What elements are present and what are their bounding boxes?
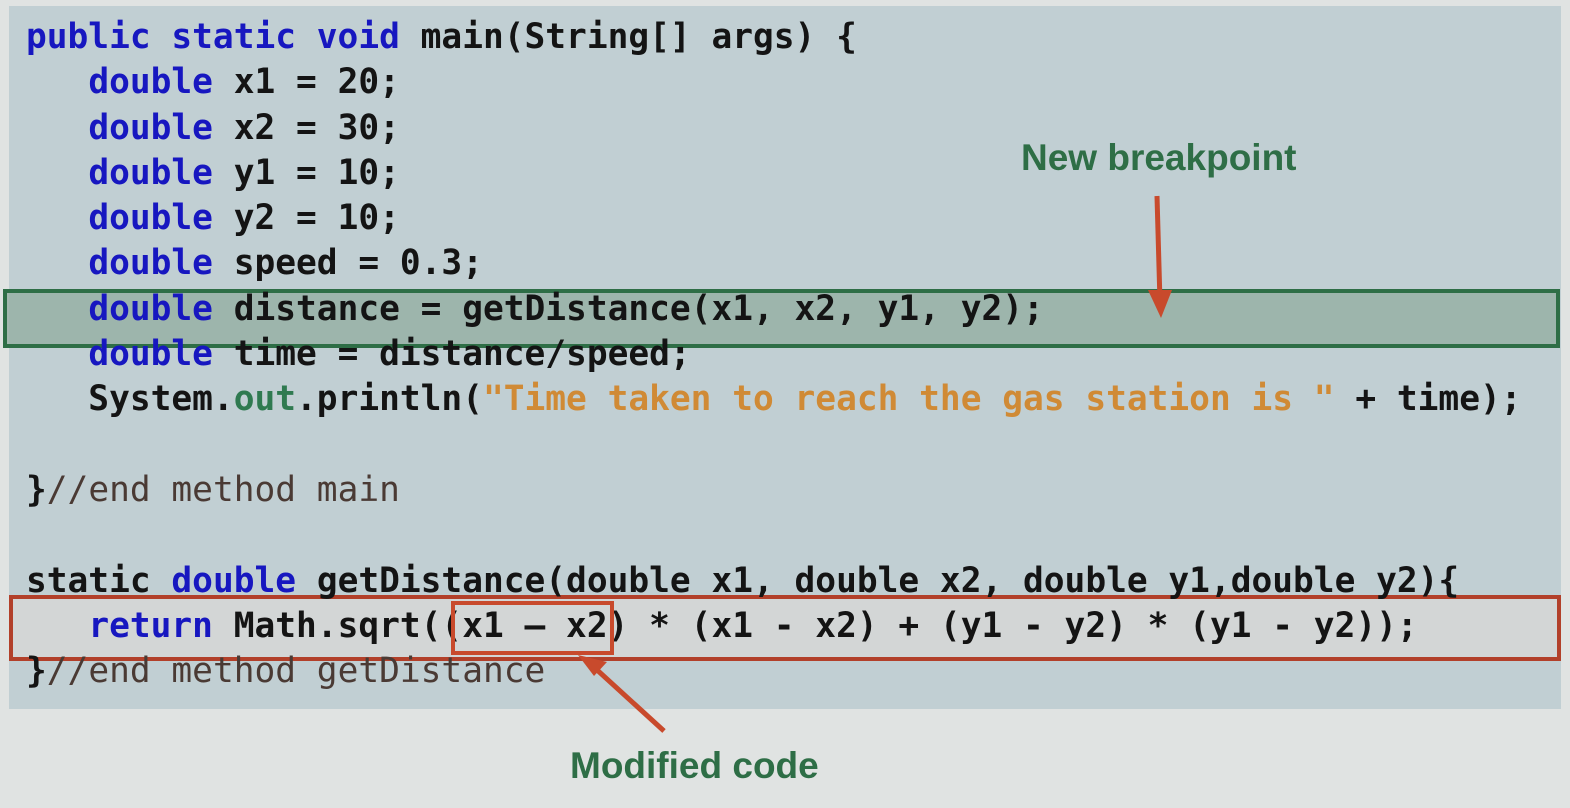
modified-code-arrow	[578, 655, 666, 733]
annotation-arrows	[578, 195, 1172, 733]
breakpoint-arrow	[1148, 195, 1172, 318]
